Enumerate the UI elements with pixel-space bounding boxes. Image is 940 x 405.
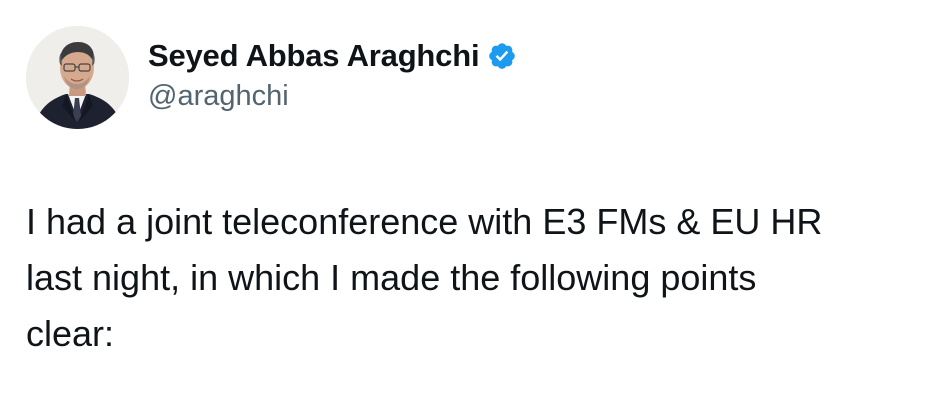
tweet-text: I had a joint teleconference with E3 FMs… (26, 194, 916, 362)
user-handle[interactable]: @araghchi (148, 80, 289, 113)
avatar[interactable] (26, 26, 129, 129)
display-name-row: Seyed Abbas Araghchi (148, 36, 517, 76)
tweet-text-line: I had a joint teleconference with E3 FMs… (26, 201, 823, 242)
verified-badge-icon (487, 41, 517, 71)
display-name[interactable]: Seyed Abbas Araghchi (148, 38, 480, 74)
tweet-card: Seyed Abbas Araghchi @araghchi I had a j… (0, 0, 940, 405)
tweet-text-line: last night, in which I made the followin… (26, 257, 757, 298)
avatar-photo (26, 26, 129, 129)
tweet-text-line: clear: (26, 313, 115, 354)
